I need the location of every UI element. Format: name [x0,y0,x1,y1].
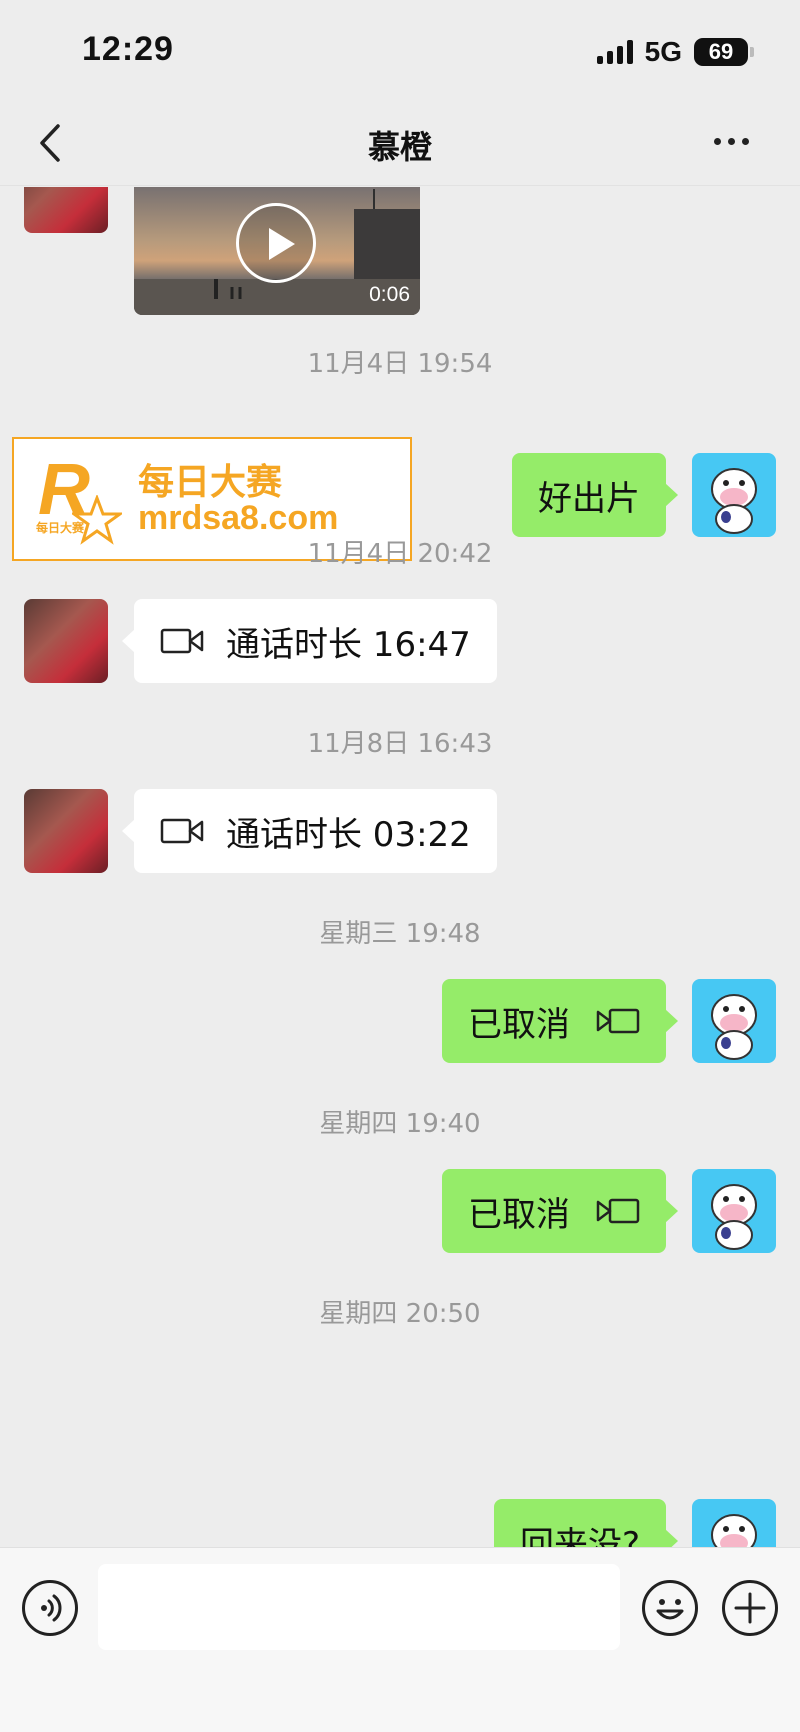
cow-avatar-icon [711,1514,757,1547]
battery-icon: 69 [694,38,754,66]
nav-bar: 慕橙 [0,100,800,186]
sent-call-message[interactable]: 已取消 [442,979,678,1063]
network-type: 5G [644,36,682,67]
message-text: 好出片 [538,478,640,519]
status-bar: 12:29 5G 69 [0,0,800,100]
video-call-icon [596,1198,640,1224]
more-options-button[interactable] [714,126,764,156]
chat-title: 慕橙 [367,128,432,166]
user-avatar[interactable] [692,1499,776,1547]
cow-avatar-icon [711,994,757,1060]
plus-icon [734,1592,766,1624]
message-timestamp: 11月8日 16:43 [307,729,493,759]
video-call-icon [160,818,204,844]
more-dot-icon [742,137,749,145]
play-icon[interactable] [236,203,316,283]
call-duration-text: 通话时长 03:22 [226,814,471,855]
message-timestamp: 星期四 19:40 [319,1109,481,1139]
video-call-icon [160,628,204,654]
call-status-text: 已取消 [468,1194,570,1235]
emoji-button[interactable] [642,1580,698,1636]
cow-avatar-icon [711,1184,757,1250]
message-text: 回来没? [519,1524,640,1548]
input-bar [0,1547,800,1732]
user-avatar[interactable] [692,979,776,1063]
call-duration-text: 通话时长 16:47 [226,624,471,665]
status-indicators: 5G 69 [596,36,754,68]
message-timestamp: 星期四 20:50 [319,1299,481,1329]
cow-avatar-icon [711,468,757,534]
battery-level: 69 [708,39,734,64]
emoji-icon [656,1599,684,1620]
video-message[interactable]: 0:06 [134,187,420,315]
call-status-text: 已取消 [468,1004,570,1045]
contact-avatar[interactable] [24,187,108,233]
chat-messages[interactable]: 0:06 11月4日 19:54 R 每日大赛 每日大赛 mrdsa8.com … [0,187,800,1547]
signal-icon [596,40,633,64]
received-call-message[interactable]: 通话时长 16:47 [122,599,497,683]
video-duration: 0:06 [369,283,410,306]
user-avatar[interactable] [692,453,776,537]
message-timestamp: 11月4日 20:42 [307,539,493,569]
message-timestamp: 11月4日 19:54 [307,349,493,379]
more-dot-icon [728,137,735,145]
ad-title: 每日大赛 [138,462,283,503]
contact-avatar[interactable] [24,599,108,683]
sent-call-message[interactable]: 已取消 [442,1169,678,1253]
voice-button[interactable] [22,1580,78,1636]
more-dot-icon [714,137,721,145]
message-input[interactable] [98,1564,620,1650]
video-call-icon [596,1008,640,1034]
received-call-message[interactable]: 通话时长 03:22 [122,789,497,873]
message-timestamp: 星期三 19:48 [319,919,481,949]
status-time: 12:29 [82,30,174,68]
sent-message[interactable]: 好出片 [512,453,678,537]
voice-icon [41,1594,62,1622]
sent-message[interactable]: 回来没? [493,1499,679,1548]
more-input-button[interactable] [722,1580,778,1636]
contact-avatar[interactable] [24,789,108,873]
user-avatar[interactable] [692,1169,776,1253]
